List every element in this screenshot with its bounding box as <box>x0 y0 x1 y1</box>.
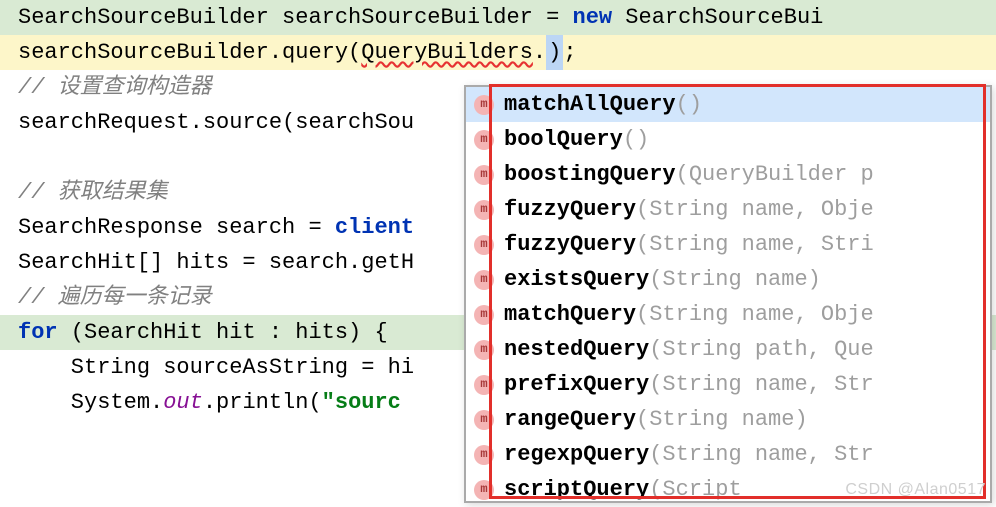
caret-position[interactable]: ) <box>546 35 563 70</box>
autocomplete-popup[interactable]: mmatchAllQuery()mboolQuery()mboostingQue… <box>464 85 992 503</box>
autocomplete-item[interactable]: m existsQuery(String name) <box>466 262 990 297</box>
method-icon: m <box>474 375 494 395</box>
autocomplete-item[interactable]: m fuzzyQuery(String name, Stri <box>466 227 990 262</box>
autocomplete-method-name: regexpQuery <box>504 437 649 472</box>
autocomplete-method-name: scriptQuery <box>504 472 649 503</box>
autocomplete-item[interactable]: m matchQuery(String name, Obje <box>466 297 990 332</box>
identifier: client <box>335 210 414 245</box>
method-icon: m <box>474 235 494 255</box>
comment: // 获取结果集 <box>18 175 168 210</box>
autocomplete-item[interactable]: m prefixQuery(String name, Str <box>466 367 990 402</box>
method-icon: m <box>474 410 494 430</box>
error-underline: QueryBuilders <box>361 35 533 70</box>
autocomplete-item[interactable]: m matchAllQuery() <box>466 87 990 122</box>
autocomplete-method-params: (String name, Obje <box>636 297 874 332</box>
watermark: CSDN @Alan0517 <box>845 477 986 503</box>
autocomplete-item[interactable]: m rangeQuery(String name) <box>466 402 990 437</box>
comment: // 遍历每一条记录 <box>18 280 212 315</box>
autocomplete-item[interactable]: m regexpQuery(String name, Str <box>466 437 990 472</box>
autocomplete-method-params: (String name, Stri <box>636 227 874 262</box>
code-text: SearchHit[] hits = search.getH <box>18 245 414 280</box>
autocomplete-method-name: nestedQuery <box>504 332 649 367</box>
autocomplete-item[interactable]: m nestedQuery(String path, Que <box>466 332 990 367</box>
keyword-for: for <box>18 315 58 350</box>
autocomplete-method-name: matchQuery <box>504 297 636 332</box>
code-text: String sourceAsString = hi <box>18 350 414 385</box>
autocomplete-method-name: fuzzyQuery <box>504 192 636 227</box>
code-text: SearchSourceBui <box>612 0 823 35</box>
autocomplete-item[interactable]: m fuzzyQuery(String name, Obje <box>466 192 990 227</box>
code-text: (SearchHit hit : hits) { <box>58 315 388 350</box>
method-icon: m <box>474 130 494 150</box>
autocomplete-method-name: boolQuery <box>504 122 623 157</box>
method-icon: m <box>474 95 494 115</box>
code-text: SearchSourceBuilder searchSourceBuilder … <box>18 0 573 35</box>
autocomplete-method-name: boostingQuery <box>504 157 676 192</box>
keyword-new: new <box>573 0 613 35</box>
code-text: ; <box>563 35 576 70</box>
autocomplete-method-params: (String name) <box>649 262 821 297</box>
autocomplete-method-name: fuzzyQuery <box>504 227 636 262</box>
string-literal: "sourc <box>322 385 401 420</box>
code-line[interactable]: SearchSourceBuilder searchSourceBuilder … <box>0 0 996 35</box>
method-icon: m <box>474 200 494 220</box>
comment: // 设置查询构造器 <box>18 70 212 105</box>
autocomplete-item[interactable]: m boostingQuery(QueryBuilder p <box>466 157 990 192</box>
autocomplete-method-params: (String name, Obje <box>636 192 874 227</box>
code-line[interactable]: searchSourceBuilder.query(QueryBuilders.… <box>0 35 996 70</box>
autocomplete-method-name: prefixQuery <box>504 367 649 402</box>
autocomplete-method-params: (Script <box>649 472 741 503</box>
code-text: searchSourceBuilder.query( <box>18 35 361 70</box>
autocomplete-method-params: (QueryBuilder p <box>676 157 874 192</box>
method-icon: m <box>474 305 494 325</box>
code-text: .println( <box>203 385 322 420</box>
method-icon: m <box>474 270 494 290</box>
autocomplete-item[interactable]: m boolQuery() <box>466 122 990 157</box>
autocomplete-method-name: existsQuery <box>504 262 649 297</box>
method-icon: m <box>474 445 494 465</box>
autocomplete-method-params: () <box>623 122 649 157</box>
method-icon: m <box>474 340 494 360</box>
code-text: System. <box>18 385 163 420</box>
autocomplete-method-name: matchAllQuery <box>504 87 676 122</box>
autocomplete-method-params: (String name, Str <box>649 367 873 402</box>
method-icon: m <box>474 165 494 185</box>
code-editor[interactable]: SearchSourceBuilder searchSourceBuilder … <box>0 0 996 507</box>
autocomplete-method-params: (String name) <box>636 402 808 437</box>
method-icon: m <box>474 480 494 500</box>
static-field: out <box>163 385 203 420</box>
code-text: . <box>533 35 546 70</box>
autocomplete-method-params: () <box>676 87 702 122</box>
code-text: searchRequest.source(searchSou <box>18 105 414 140</box>
autocomplete-method-params: (String path, Que <box>649 332 873 367</box>
autocomplete-method-name: rangeQuery <box>504 402 636 437</box>
code-text: SearchResponse search = <box>18 210 335 245</box>
autocomplete-method-params: (String name, Str <box>649 437 873 472</box>
